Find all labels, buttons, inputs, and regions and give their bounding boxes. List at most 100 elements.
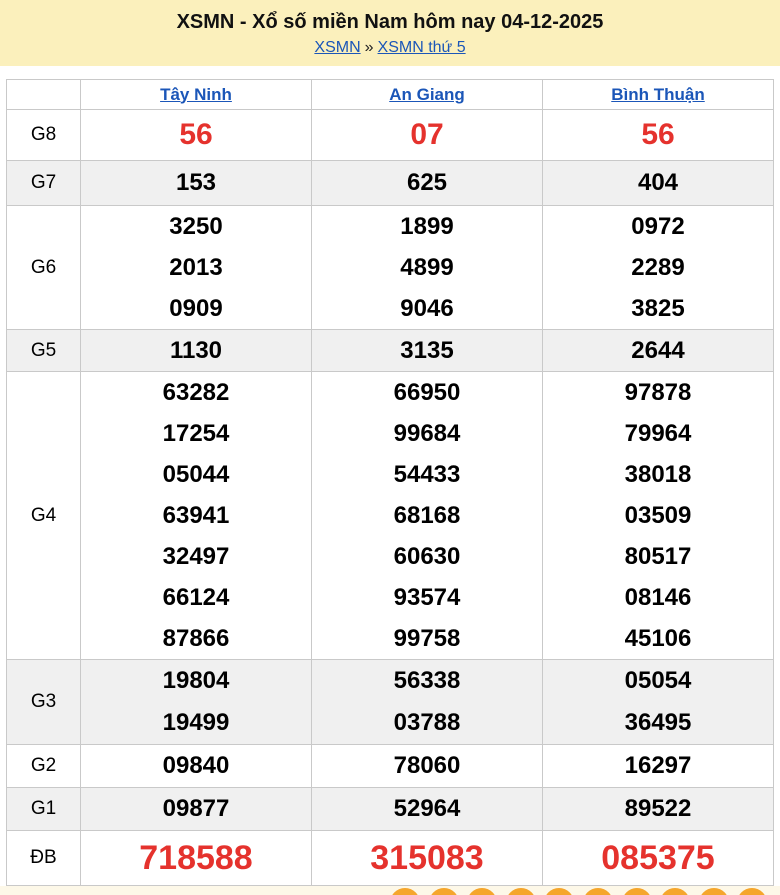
lotto-ball[interactable]: [660, 888, 691, 895]
lotto-ball[interactable]: [583, 888, 613, 895]
prize-cell-g5-tay-ninh: 1130: [80, 329, 312, 372]
lotto-ball[interactable]: [544, 888, 575, 895]
lotto-ball[interactable]: [467, 888, 498, 895]
prize-label-db: ĐB: [6, 830, 81, 886]
province-link-tay-ninh[interactable]: Tây Ninh: [160, 85, 232, 104]
lotto-ball[interactable]: [390, 888, 420, 895]
breadcrumb-link-xsmn[interactable]: XSMN: [314, 39, 360, 56]
prize-number: 153: [175, 169, 217, 196]
prize-number: 52964: [393, 795, 461, 822]
prize-row-g3: G3 19804 19499 56338 03788 05054 36495: [6, 659, 774, 745]
prize-row-g7: G7 153 625 404: [6, 160, 774, 206]
prize-number: 54433: [393, 461, 461, 488]
prize-number: 09877: [162, 795, 230, 822]
prize-cell-g6-binh-thuan: 0972 2289 3825: [542, 205, 774, 330]
prize-number: 36495: [624, 709, 692, 736]
prize-number: 05044: [162, 461, 230, 488]
prize-number: 32497: [162, 543, 230, 570]
prize-cell-g1-tay-ninh: 09877: [80, 787, 312, 831]
prize-cell-g6-tay-ninh: 3250 2013 0909: [80, 205, 312, 330]
lotto-ball[interactable]: [621, 888, 652, 895]
prize-number: 56: [179, 118, 213, 151]
province-header-tay-ninh: Tây Ninh: [80, 79, 312, 110]
page: XSMN - Xổ số miền Nam hôm nay 04-12-2025…: [0, 0, 780, 895]
prize-number: 085375: [601, 839, 715, 877]
prize-row-g1: G1 09877 52964 89522: [6, 787, 774, 831]
prize-number: 89522: [624, 795, 692, 822]
prize-number: 16297: [624, 752, 692, 779]
prize-number: 19499: [162, 709, 230, 736]
prize-number: 1899: [400, 213, 454, 240]
lotto-balls-strip: [0, 886, 780, 895]
prize-number: 60630: [393, 543, 461, 570]
prize-label-g4: G4: [6, 371, 81, 660]
prize-number: 99684: [393, 420, 461, 447]
prize-number: 80517: [624, 543, 692, 570]
prize-cell-g6-an-giang: 1899 4899 9046: [311, 205, 543, 330]
prize-row-g4: G4 63282 17254 05044 63941 32497 66124 87866 669…: [6, 371, 774, 660]
prize-number: 45106: [624, 625, 692, 652]
page-header: XSMN - Xổ số miền Nam hôm nay 04-12-2025…: [0, 0, 780, 66]
prize-number: 99758: [393, 625, 461, 652]
province-header-row: Tây Ninh An Giang Bình Thuận: [6, 79, 774, 110]
prize-cell-g1-an-giang: 52964: [311, 787, 543, 831]
prize-number: 56338: [393, 667, 461, 694]
prize-number: 87866: [162, 625, 230, 652]
prize-cell-g7-tay-ninh: 153: [80, 160, 312, 206]
prize-cell-g8-an-giang: 07: [311, 109, 543, 161]
prize-number: 08146: [624, 584, 692, 611]
prize-number: 93574: [393, 584, 461, 611]
prize-row-g6: G6 3250 2013 0909 1899 4899 9046 0972 2289 3825: [6, 205, 774, 330]
prize-number: 17254: [162, 420, 230, 447]
lotto-ball[interactable]: [505, 888, 536, 895]
prize-number: 78060: [393, 752, 461, 779]
prize-number: 718588: [139, 839, 253, 877]
prize-row-db: ĐB 718588 315083 085375: [6, 830, 774, 886]
prize-number: 625: [406, 169, 448, 196]
prize-number: 4899: [400, 254, 454, 281]
prize-label-g8: G8: [6, 109, 81, 161]
prize-label-g2: G2: [6, 744, 81, 788]
prize-cell-g5-an-giang: 3135: [311, 329, 543, 372]
prize-number: 03509: [624, 502, 692, 529]
prize-number: 68168: [393, 502, 461, 529]
prize-column-header-blank: [6, 79, 81, 110]
prize-number: 2644: [631, 337, 685, 364]
prize-row-g2: G2 09840 78060 16297: [6, 744, 774, 788]
page-title: XSMN - Xổ số miền Nam hôm nay 04-12-2025: [176, 11, 604, 33]
prize-row-g8: G8 56 07 56: [6, 109, 774, 161]
prize-label-g1: G1: [6, 787, 81, 831]
prize-number: 66950: [393, 379, 461, 406]
prize-number: 09840: [162, 752, 230, 779]
prize-number: 97878: [624, 379, 692, 406]
prize-cell-g3-binh-thuan: 05054 36495: [542, 659, 774, 745]
prize-number: 9046: [400, 295, 454, 322]
prize-cell-g4-binh-thuan: 97878 79964 38018 03509 80517 08146 45106: [542, 371, 774, 660]
lotto-ball[interactable]: [428, 888, 459, 895]
province-header-an-giang: An Giang: [311, 79, 543, 110]
lottery-results-table: Tây Ninh An Giang Bình Thuận G8 56 07 56 G7 153…: [6, 79, 774, 886]
prize-label-g5: G5: [6, 329, 81, 372]
prize-cell-db-binh-thuan: 085375: [542, 830, 774, 886]
breadcrumb-separator: »: [364, 39, 374, 56]
prize-number: 0972: [631, 213, 685, 240]
prize-cell-g8-tay-ninh: 56: [80, 109, 312, 161]
lotto-ball[interactable]: [698, 888, 729, 895]
prize-number: 38018: [624, 461, 692, 488]
prize-cell-db-tay-ninh: 718588: [80, 830, 312, 886]
prize-number: 2013: [169, 254, 223, 281]
province-link-binh-thuan[interactable]: Bình Thuận: [611, 85, 704, 104]
prize-number: 3135: [400, 337, 454, 364]
prize-number: 1130: [169, 337, 223, 364]
prize-number: 2289: [631, 254, 685, 281]
breadcrumb-link-xsmn-thu-5[interactable]: XSMN thứ 5: [378, 39, 466, 56]
prize-number: 05054: [624, 667, 692, 694]
prize-cell-db-an-giang: 315083: [311, 830, 543, 886]
lotto-ball[interactable]: [737, 888, 768, 895]
prize-cell-g7-an-giang: 625: [311, 160, 543, 206]
prize-cell-g2-binh-thuan: 16297: [542, 744, 774, 788]
prize-cell-g8-binh-thuan: 56: [542, 109, 774, 161]
province-link-an-giang[interactable]: An Giang: [389, 85, 465, 104]
prize-cell-g1-binh-thuan: 89522: [542, 787, 774, 831]
prize-number: 3825: [631, 295, 685, 322]
